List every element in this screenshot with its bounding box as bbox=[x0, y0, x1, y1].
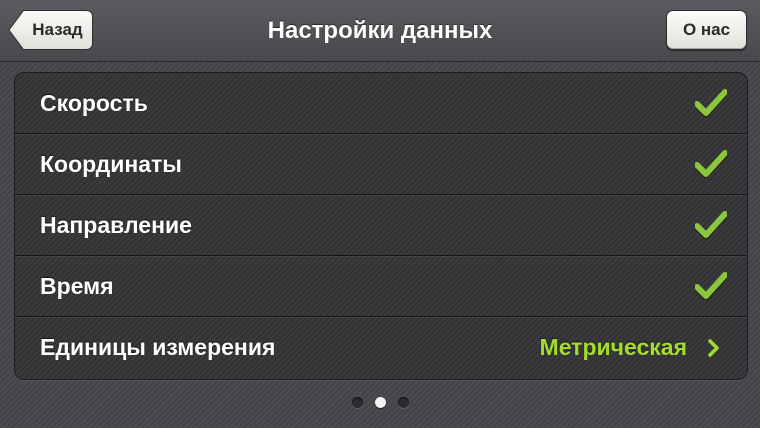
settings-row-label: Время bbox=[40, 273, 114, 299]
page-title: Настройки данных bbox=[267, 17, 493, 44]
settings-row-label: Координаты bbox=[40, 151, 182, 177]
page-indicator[interactable] bbox=[0, 397, 760, 409]
checkmark-icon bbox=[695, 272, 727, 300]
checkmark-icon bbox=[695, 211, 727, 239]
settings-row-label: Направление bbox=[40, 212, 192, 238]
page-dot[interactable] bbox=[351, 397, 363, 408]
settings-row-direction[interactable]: Направление bbox=[15, 195, 747, 256]
checkmark-icon bbox=[695, 89, 727, 117]
units-value: Метрическая bbox=[539, 334, 687, 360]
settings-row-coordinates[interactable]: Координаты bbox=[15, 134, 747, 195]
page-dot-active[interactable] bbox=[374, 397, 386, 408]
settings-row-speed[interactable]: Скорость bbox=[15, 73, 747, 134]
settings-list: Скорость Координаты Направление Время Ед… bbox=[14, 72, 748, 380]
about-button[interactable]: О нас bbox=[666, 10, 747, 50]
navigation-bar: Назад Настройки данных О нас bbox=[0, 0, 760, 62]
settings-row-time[interactable]: Время bbox=[15, 256, 747, 317]
checkmark-icon bbox=[695, 150, 727, 178]
settings-row-label: Скорость bbox=[40, 90, 148, 116]
settings-row-label: Единицы измерения bbox=[40, 334, 276, 360]
chevron-right-icon bbox=[708, 339, 719, 357]
about-button-label: О нас bbox=[682, 20, 731, 39]
page-dot[interactable] bbox=[397, 397, 409, 408]
settings-row-units[interactable]: Единицы измерения Метрическая bbox=[15, 317, 747, 378]
